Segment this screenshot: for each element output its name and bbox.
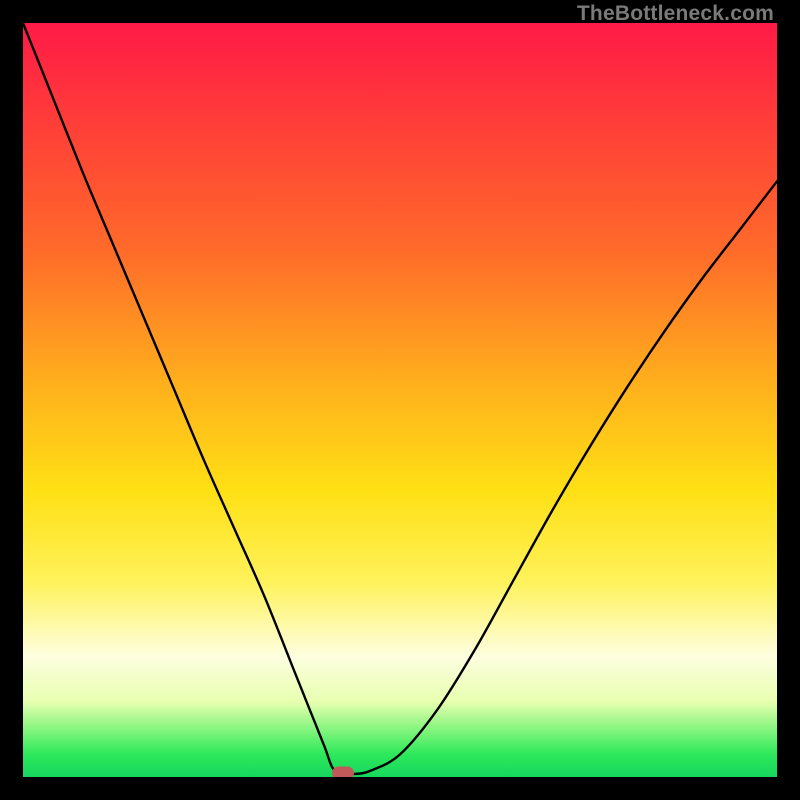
plot-area [23,23,777,777]
chart-frame: TheBottleneck.com [0,0,800,800]
bottleneck-curve [23,23,777,777]
optimal-point-marker [332,767,354,777]
